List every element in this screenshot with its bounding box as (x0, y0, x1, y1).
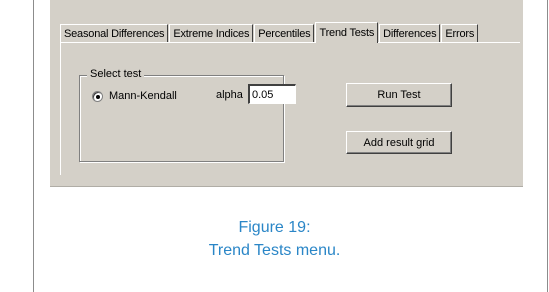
tab-strip: Seasonal Differences Extreme Indices Per… (60, 22, 525, 43)
run-test-button[interactable]: Run Test (346, 83, 452, 107)
tab-extreme-indices[interactable]: Extreme Indices (169, 24, 254, 42)
dialog-window: Seasonal Differences Extreme Indices Per… (50, 0, 523, 187)
mann-kendall-radio[interactable] (92, 90, 103, 102)
select-test-legend: Select test (87, 68, 145, 80)
mann-kendall-option[interactable]: Mann-Kendall (92, 90, 177, 102)
figure-caption-number: Figure 19: (238, 219, 311, 236)
add-result-grid-button[interactable]: Add result grid (346, 131, 452, 154)
tab-trend-tests[interactable]: Trend Tests (315, 22, 379, 43)
figure-caption-title: Trend Tests menu. (208, 242, 341, 259)
radio-selected-dot (96, 94, 100, 99)
alpha-input[interactable] (248, 84, 296, 104)
mann-kendall-label: Mann-Kendall (109, 90, 177, 102)
tab-seasonal-differences[interactable]: Seasonal Differences (60, 24, 169, 42)
tab-errors[interactable]: Errors (441, 24, 479, 42)
tab-differences[interactable]: Differences (379, 24, 441, 42)
alpha-label: alpha (216, 89, 243, 101)
tab-percentiles[interactable]: Percentiles (254, 24, 315, 42)
